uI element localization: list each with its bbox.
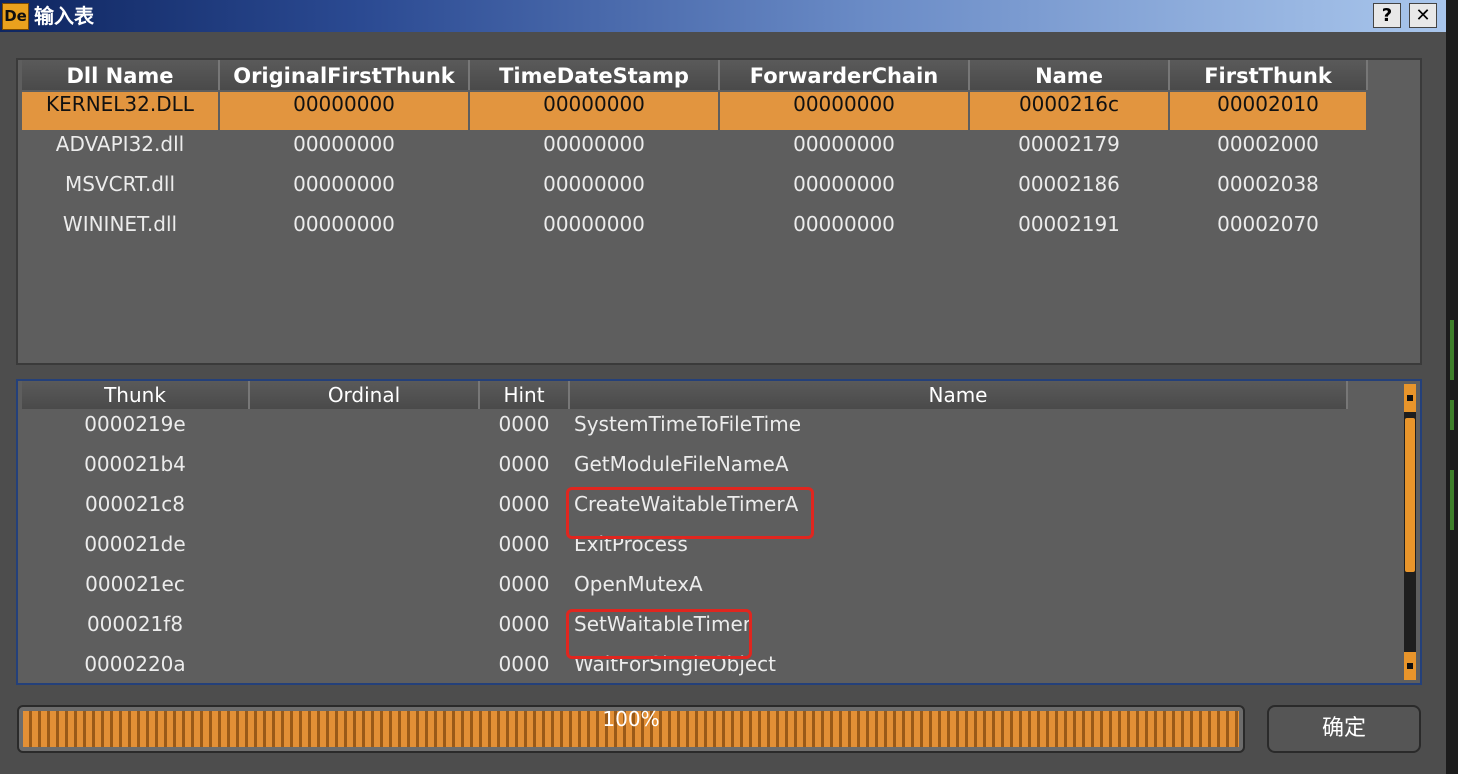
dll-table-cell-first-thunk: 00002070 xyxy=(1217,212,1319,236)
scroll-down-button[interactable] xyxy=(1404,652,1416,680)
thunk-table-cell-thunk: 000021f8 xyxy=(86,612,184,636)
dll-table-header-label: Name xyxy=(1035,64,1103,88)
thunk-table-header-thunk[interactable]: Thunk xyxy=(22,381,250,409)
dll-table-header-time-date-stamp[interactable]: TimeDateStamp xyxy=(470,60,720,90)
scroll-up-button[interactable] xyxy=(1404,384,1416,412)
help-button[interactable]: ? xyxy=(1373,3,1401,28)
thunk-table-cell-ordinal xyxy=(250,652,478,690)
thunk-table-cell-ordinal xyxy=(250,452,478,490)
thunk-table-cell-ordinal xyxy=(250,572,478,610)
close-button[interactable]: ✕ xyxy=(1409,3,1437,28)
dll-table-cell-dll-name: MSVCRT.dll xyxy=(64,172,176,196)
thunk-table-header-label: Thunk xyxy=(104,383,166,407)
progress-bar: 100% xyxy=(17,705,1245,753)
thunk-table-header-hint[interactable]: Hint xyxy=(480,381,570,409)
thunk-table-cell-thunk: 000021b4 xyxy=(84,452,186,476)
thunk-table-cell-name: OpenMutexA xyxy=(574,572,703,596)
dll-table-cell-time-date-stamp: 00000000 xyxy=(470,92,718,130)
thunk-table-header-label: Ordinal xyxy=(327,383,401,407)
thunk-table-cell-hint: 0000 xyxy=(498,452,550,476)
dll-table-header-label: OriginalFirstThunk xyxy=(233,64,455,88)
app-logo-icon: De xyxy=(2,3,29,30)
thunk-table-cell-thunk: 0000220a xyxy=(84,652,186,676)
highlight-box-create-waitable-timer xyxy=(566,487,814,539)
thunk-table-cell-hint: 0000 xyxy=(498,412,550,436)
thunk-table-cell-ordinal xyxy=(250,412,478,450)
thunk-table-cell-ordinal xyxy=(250,532,478,570)
scroll-thumb[interactable] xyxy=(1405,418,1415,572)
dll-table-header-original-first-thunk[interactable]: OriginalFirstThunk xyxy=(220,60,470,90)
dll-table-cell-original-first-thunk: 00000000 xyxy=(220,92,468,130)
ok-button[interactable]: 确定 xyxy=(1267,705,1421,753)
thunk-table-cell-hint: 0000 xyxy=(498,572,550,596)
thunk-table-cell-ordinal xyxy=(250,492,478,530)
dll-table-cell-first-thunk: 00002000 xyxy=(1217,132,1319,156)
dll-table-cell-name: 00002191 xyxy=(1018,212,1120,236)
thunk-table-cell-name: SystemTimeToFileTime xyxy=(574,412,801,436)
dll-table-header-label: TimeDateStamp xyxy=(499,64,689,88)
thunk-table-cell-hint: 0000 xyxy=(498,652,550,676)
thunk-table-header-label: Hint xyxy=(503,383,545,407)
window-title: 输入表 xyxy=(34,4,94,28)
dll-table-header-dll-name[interactable]: Dll Name xyxy=(22,60,220,90)
dll-table-header-forwarder-chain[interactable]: ForwarderChain xyxy=(720,60,970,90)
thunk-table-cell-thunk: 000021c8 xyxy=(84,492,186,516)
thunk-table-cell-thunk: 000021de xyxy=(84,532,186,556)
thunk-table-cell-thunk: 0000219e xyxy=(84,412,186,436)
dll-table-cell-dll-name: WININET.dll xyxy=(62,212,178,236)
dll-table-header-first-thunk[interactable]: FirstThunk xyxy=(1170,60,1368,90)
dll-table-header-label: ForwarderChain xyxy=(749,64,939,88)
dll-table-cell-original-first-thunk: 00000000 xyxy=(293,172,395,196)
dll-table-cell-name: 00002186 xyxy=(1018,172,1120,196)
dll-table-header-name[interactable]: Name xyxy=(970,60,1170,90)
highlight-box-set-waitable-timer xyxy=(566,609,752,659)
dll-table-header-label: Dll Name xyxy=(66,64,174,88)
thunk-table-cell-hint: 0000 xyxy=(498,492,550,516)
dll-table-cell-forwarder-chain: 00000000 xyxy=(793,132,895,156)
thunk-table-cell-hint: 0000 xyxy=(498,612,550,636)
background-window-edge xyxy=(1446,0,1458,774)
dll-table-cell-name: 0000216c xyxy=(970,92,1168,130)
dll-list-panel: Dll Name OriginalFirstThunk TimeDateStamp F… xyxy=(16,58,1422,365)
dll-table-cell-forwarder-chain: 00000000 xyxy=(793,172,895,196)
dll-table-cell-original-first-thunk: 00000000 xyxy=(293,212,395,236)
progress-label: 100% xyxy=(602,707,660,731)
function-list-panel: Thunk Ordinal Hint Name 0000219e 0000 SystemT… xyxy=(16,379,1422,685)
dll-table-cell-forwarder-chain: 00000000 xyxy=(793,212,895,236)
thunk-table-cell-name: GetModuleFileNameA xyxy=(574,452,789,476)
thunk-table-cell-thunk: 000021ec xyxy=(85,572,185,596)
dll-table-cell-time-date-stamp: 00000000 xyxy=(543,132,645,156)
dll-table-cell-time-date-stamp: 00000000 xyxy=(543,172,645,196)
thunk-table-cell-ordinal xyxy=(250,612,478,650)
function-list-scrollbar[interactable] xyxy=(1404,384,1416,680)
dll-table-header-label: FirstThunk xyxy=(1204,64,1332,88)
dll-table-cell-dll-name: ADVAPI32.dll xyxy=(55,132,185,156)
dll-table-cell-first-thunk: 00002038 xyxy=(1217,172,1319,196)
thunk-table-header-name[interactable]: Name xyxy=(570,381,1348,409)
thunk-table-header-label: Name xyxy=(928,383,988,407)
dll-table-cell-original-first-thunk: 00000000 xyxy=(293,132,395,156)
dll-table-cell-name: 00002179 xyxy=(1018,132,1120,156)
title-bar: De 输入表 ? ✕ xyxy=(0,0,1446,32)
dll-table-cell-time-date-stamp: 00000000 xyxy=(543,212,645,236)
dll-table-cell-dll-name: KERNEL32.DLL xyxy=(22,92,218,130)
dll-table-cell-forwarder-chain: 00000000 xyxy=(720,92,968,130)
thunk-table-cell-hint: 0000 xyxy=(498,532,550,556)
dll-table-cell-first-thunk: 00002010 xyxy=(1170,92,1366,130)
thunk-table-header-ordinal[interactable]: Ordinal xyxy=(250,381,480,409)
